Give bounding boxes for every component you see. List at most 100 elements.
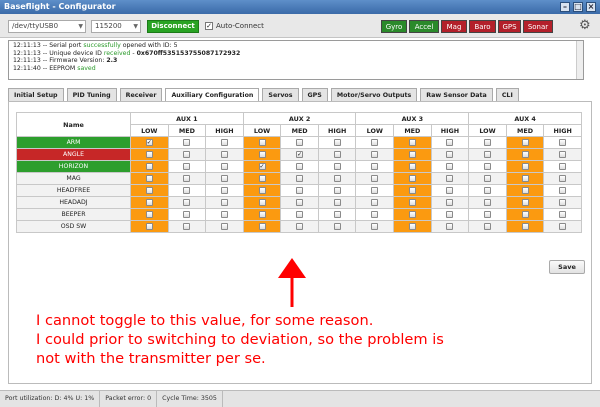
mode-checkbox[interactable] [145, 163, 153, 170]
mode-checkbox[interactable] [371, 199, 379, 206]
mode-checkbox[interactable] [258, 223, 266, 230]
mode-checkbox[interactable] [220, 223, 228, 230]
mode-checkbox[interactable] [559, 223, 567, 230]
mode-checkbox[interactable] [183, 175, 191, 182]
mode-checkbox[interactable]: ✓ [145, 139, 153, 146]
mode-checkbox[interactable] [220, 151, 228, 158]
mode-checkbox[interactable] [559, 187, 567, 194]
mode-checkbox[interactable] [483, 175, 491, 182]
log-scrollbar[interactable] [576, 41, 583, 79]
mode-checkbox[interactable] [559, 139, 567, 146]
mode-checkbox[interactable] [145, 187, 153, 194]
mode-checkbox[interactable] [333, 187, 341, 194]
tab-cli[interactable]: CLI [495, 88, 519, 102]
mode-checkbox[interactable] [371, 211, 379, 218]
tab-gps[interactable]: GPS [301, 88, 328, 102]
mode-checkbox[interactable] [483, 199, 491, 206]
mode-checkbox[interactable] [183, 199, 191, 206]
mode-checkbox[interactable] [333, 211, 341, 218]
mode-checkbox[interactable] [371, 163, 379, 170]
mode-checkbox[interactable] [446, 187, 454, 194]
mode-checkbox[interactable] [183, 151, 191, 158]
mode-checkbox[interactable] [296, 199, 304, 206]
mode-checkbox[interactable] [333, 175, 341, 182]
mode-checkbox[interactable] [408, 211, 416, 218]
mode-checkbox[interactable] [220, 199, 228, 206]
mode-checkbox[interactable] [446, 163, 454, 170]
mode-checkbox[interactable] [145, 151, 153, 158]
mode-checkbox[interactable] [183, 187, 191, 194]
mode-checkbox[interactable] [183, 223, 191, 230]
mode-checkbox[interactable] [559, 175, 567, 182]
mode-checkbox[interactable] [446, 211, 454, 218]
mode-checkbox[interactable] [408, 187, 416, 194]
mode-checkbox[interactable]: ✓ [258, 163, 266, 170]
mode-checkbox[interactable] [446, 151, 454, 158]
mode-checkbox[interactable] [183, 211, 191, 218]
mode-checkbox[interactable] [521, 223, 529, 230]
mode-checkbox[interactable] [145, 211, 153, 218]
minimize-button[interactable]: – [560, 2, 570, 12]
mode-checkbox[interactable] [408, 199, 416, 206]
mode-checkbox[interactable] [408, 223, 416, 230]
mode-checkbox[interactable] [483, 211, 491, 218]
mode-checkbox[interactable] [371, 139, 379, 146]
mode-checkbox[interactable] [371, 223, 379, 230]
mode-checkbox[interactable] [258, 199, 266, 206]
mode-checkbox[interactable] [483, 223, 491, 230]
mode-checkbox[interactable]: ✓ [296, 151, 304, 158]
close-button[interactable]: × [586, 2, 596, 12]
mode-checkbox[interactable] [559, 151, 567, 158]
mode-checkbox[interactable] [408, 139, 416, 146]
tab-initial-setup[interactable]: Initial Setup [8, 88, 64, 102]
mode-checkbox[interactable] [296, 175, 304, 182]
mode-checkbox[interactable] [296, 223, 304, 230]
save-button[interactable]: Save [549, 260, 585, 274]
mode-checkbox[interactable] [296, 187, 304, 194]
baud-select[interactable]: 115200 ▼ [91, 20, 141, 33]
mode-checkbox[interactable] [559, 211, 567, 218]
mode-checkbox[interactable] [521, 187, 529, 194]
mode-checkbox[interactable] [446, 199, 454, 206]
mode-checkbox[interactable] [296, 211, 304, 218]
tab-motor-servo-outputs[interactable]: Motor/Servo Outputs [330, 88, 418, 102]
mode-checkbox[interactable] [220, 187, 228, 194]
mode-checkbox[interactable] [183, 139, 191, 146]
mode-checkbox[interactable] [258, 139, 266, 146]
mode-checkbox[interactable] [333, 223, 341, 230]
mode-checkbox[interactable] [483, 187, 491, 194]
mode-checkbox[interactable] [220, 139, 228, 146]
mode-checkbox[interactable] [483, 151, 491, 158]
tab-servos[interactable]: Servos [262, 88, 299, 102]
mode-checkbox[interactable] [446, 175, 454, 182]
mode-checkbox[interactable] [333, 199, 341, 206]
mode-checkbox[interactable] [333, 139, 341, 146]
mode-checkbox[interactable] [371, 187, 379, 194]
auto-connect-checkbox[interactable]: ✓ [205, 22, 213, 30]
mode-checkbox[interactable] [408, 151, 416, 158]
tab-pid-tuning[interactable]: PID Tuning [66, 88, 117, 102]
gear-icon[interactable]: ⚙ [579, 18, 591, 33]
tab-receiver[interactable]: Receiver [119, 88, 163, 102]
mode-checkbox[interactable] [559, 199, 567, 206]
mode-checkbox[interactable] [483, 139, 491, 146]
mode-checkbox[interactable] [521, 139, 529, 146]
tab-raw-sensor-data[interactable]: Raw Sensor Data [420, 88, 493, 102]
mode-checkbox[interactable] [220, 163, 228, 170]
mode-checkbox[interactable] [446, 139, 454, 146]
mode-checkbox[interactable] [145, 199, 153, 206]
mode-checkbox[interactable] [521, 151, 529, 158]
mode-checkbox[interactable] [521, 199, 529, 206]
mode-checkbox[interactable] [371, 151, 379, 158]
mode-checkbox[interactable] [220, 175, 228, 182]
mode-checkbox[interactable] [521, 175, 529, 182]
mode-checkbox[interactable] [521, 211, 529, 218]
mode-checkbox[interactable] [333, 151, 341, 158]
mode-checkbox[interactable] [296, 163, 304, 170]
mode-checkbox[interactable] [220, 211, 228, 218]
mode-checkbox[interactable] [258, 211, 266, 218]
mode-checkbox[interactable] [296, 139, 304, 146]
mode-checkbox[interactable] [446, 223, 454, 230]
mode-checkbox[interactable] [333, 163, 341, 170]
maximize-button[interactable]: □ [573, 2, 583, 12]
